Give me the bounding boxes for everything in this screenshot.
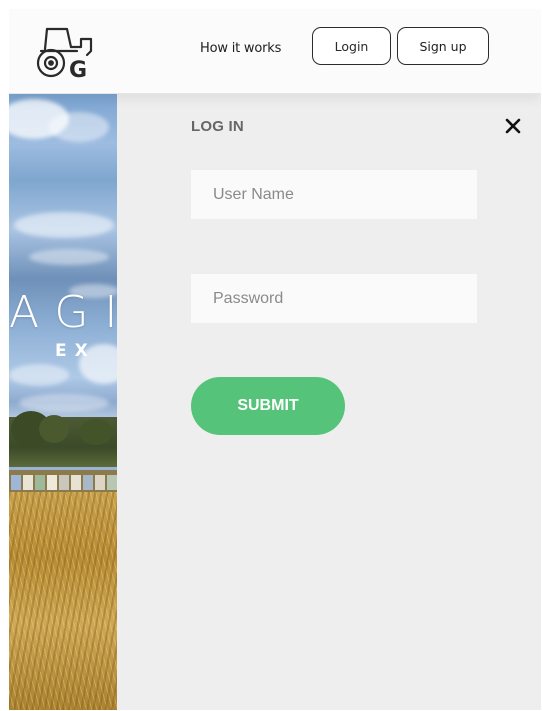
username-input[interactable] [191,170,477,219]
submit-button[interactable]: SUBMIT [191,377,345,435]
beehive [107,475,117,490]
beehive [83,475,93,490]
beehive [95,475,105,490]
tractor-logo-icon[interactable]: G [31,25,97,79]
tree [39,415,69,443]
cloud [29,249,109,265]
close-icon[interactable] [503,116,523,136]
beehive [59,475,69,490]
app-frame: G How it works Login Sign up AGI EX [9,9,541,710]
hero-title: AGI [9,287,117,338]
beehive [11,475,21,490]
login-panel-title: LOG IN [191,118,244,135]
hero-subtitle: EX [55,341,96,361]
cloud [9,364,69,386]
top-header: G How it works Login Sign up [9,9,541,94]
cloud [14,212,114,238]
cloud [49,112,109,142]
beehive [23,475,33,490]
beehive [47,475,57,490]
svg-text:G: G [69,58,87,79]
wheat-field [9,492,119,710]
beehive [71,475,81,490]
tree [79,419,113,445]
nav-how-it-works[interactable]: How it works [200,41,281,56]
tree-line [9,411,119,467]
login-panel: LOG IN SUBMIT [117,94,541,710]
password-input[interactable] [191,274,477,323]
signup-button[interactable]: Sign up [397,27,489,65]
cloud [19,394,109,412]
beehive [35,475,45,490]
login-button[interactable]: Login [312,27,391,65]
hero-background-image: AGI EX [9,94,119,710]
